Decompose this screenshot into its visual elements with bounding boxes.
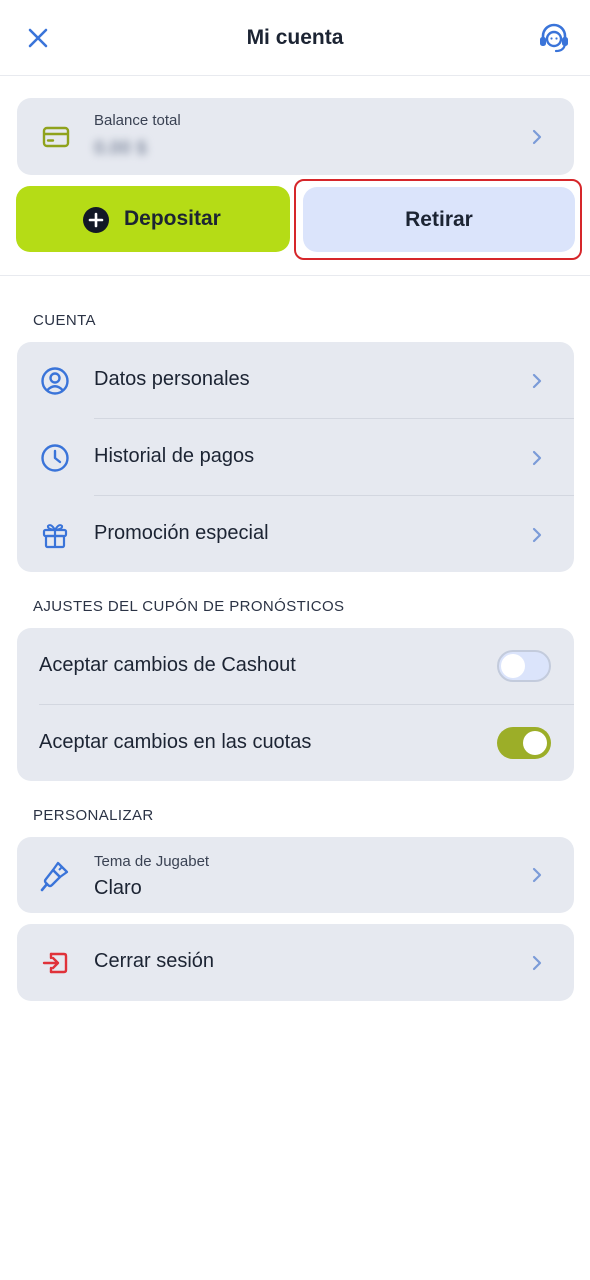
- paintbrush-icon: [40, 861, 69, 892]
- list-item-personal-data[interactable]: Datos personales: [17, 342, 574, 419]
- section-title-coupon: AJUSTES DEL CUPÓN DE PRONÓSTICOS: [33, 598, 345, 615]
- theme-setting[interactable]: Tema de Jugabet Claro: [17, 837, 574, 913]
- theme-value: Claro: [94, 877, 142, 899]
- setting-odds-changes: Aceptar cambios en las cuotas: [17, 705, 574, 782]
- logout-label: Cerrar sesión: [94, 950, 215, 972]
- withdraw-highlight: Retirar: [294, 179, 582, 260]
- setting-label: Aceptar cambios de Cashout: [39, 654, 296, 676]
- credit-card-icon: [42, 126, 70, 148]
- deposit-button[interactable]: Depositar: [16, 186, 290, 252]
- balance-card[interactable]: Balance total 0.00 $: [17, 98, 574, 175]
- divider: [0, 275, 590, 276]
- clock-icon: [41, 444, 69, 472]
- balance-value: 0.00 $: [94, 138, 147, 159]
- chevron-right-icon: [532, 129, 542, 145]
- theme-label: Tema de Jugabet: [94, 853, 210, 870]
- gift-icon: [42, 524, 68, 549]
- logout-button[interactable]: Cerrar sesión: [17, 924, 574, 1001]
- chevron-right-icon: [532, 955, 542, 971]
- chevron-right-icon: [532, 450, 542, 466]
- logout-icon: [42, 952, 68, 974]
- chevron-right-icon: [532, 527, 542, 543]
- section-title-account: CUENTA: [33, 312, 96, 329]
- withdraw-label: Retirar: [405, 208, 473, 231]
- balance-label: Balance total: [94, 112, 181, 129]
- chevron-right-icon: [532, 867, 542, 883]
- logout-row[interactable]: Cerrar sesión: [17, 924, 574, 1001]
- toggle-knob: [501, 654, 525, 678]
- plus-circle-icon: [83, 207, 109, 233]
- header: Mi cuenta: [0, 0, 590, 76]
- account-list: Datos personales Historial de pagos Prom…: [17, 342, 574, 572]
- user-circle-icon: [41, 367, 69, 395]
- page-title: Mi cuenta: [246, 26, 344, 49]
- list-item-label: Promoción especial: [94, 522, 269, 544]
- coupon-settings-list: Aceptar cambios de Cashout Aceptar cambi…: [17, 628, 574, 781]
- withdraw-button[interactable]: Retirar: [303, 187, 575, 252]
- cashout-changes-toggle[interactable]: [497, 650, 551, 682]
- section-title-personalize: PERSONALIZAR: [33, 807, 154, 824]
- odds-changes-toggle[interactable]: [497, 727, 551, 759]
- toggle-knob: [523, 731, 547, 755]
- list-item-payment-history[interactable]: Historial de pagos: [17, 419, 574, 496]
- deposit-label: Depositar: [124, 207, 221, 230]
- list-item-label: Datos personales: [94, 368, 250, 390]
- list-item-label: Historial de pagos: [94, 445, 255, 467]
- chevron-right-icon: [532, 373, 542, 389]
- setting-cashout-changes: Aceptar cambios de Cashout: [17, 628, 574, 705]
- list-item-special-promotion[interactable]: Promoción especial: [17, 496, 574, 573]
- headset-icon[interactable]: [536, 20, 572, 56]
- setting-label: Aceptar cambios en las cuotas: [39, 731, 312, 753]
